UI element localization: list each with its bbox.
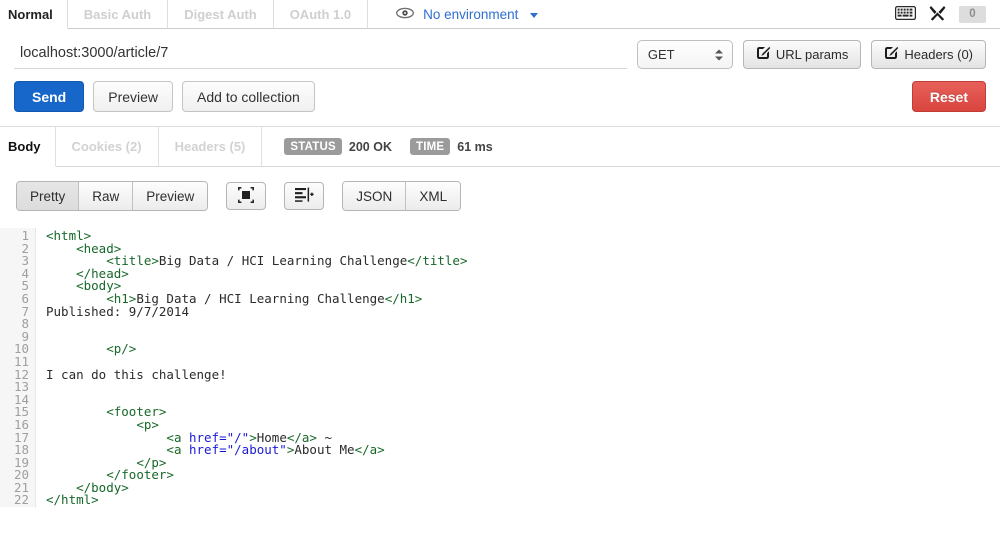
code-line: </head> — [76, 265, 129, 281]
format-tab-pretty[interactable]: Pretty — [17, 182, 80, 210]
environment-label[interactable]: No environment — [423, 7, 518, 22]
lang-tab-json[interactable]: JSON — [343, 182, 407, 210]
add-to-collection-button[interactable]: Add to collection — [182, 81, 315, 112]
history-count-badge[interactable]: 0 — [959, 5, 986, 23]
code-line: </p> — [136, 454, 167, 470]
top-right-tools: 0 — [894, 0, 1000, 28]
time-badge-label: TIME — [409, 138, 451, 155]
lang-tab-xml[interactable]: XML — [406, 182, 461, 210]
send-button[interactable]: Send — [14, 81, 85, 112]
wrap-lines-button[interactable] — [284, 182, 325, 210]
response-tab-label: Headers (5) — [174, 139, 246, 154]
response-tab-headers[interactable]: Headers (5) — [158, 127, 263, 167]
headers-button[interactable]: Headers (0) — [871, 40, 986, 69]
url-params-button[interactable]: URL params — [742, 40, 862, 69]
auth-tab-label: Digest Auth — [184, 6, 257, 22]
headers-label: Headers (0) — [904, 47, 973, 62]
auth-tabs: Normal Basic Auth Digest Auth OAuth 1.0 — [0, 0, 369, 29]
code-line: </body> — [76, 479, 129, 495]
format-tab-preview[interactable]: Preview — [133, 182, 208, 210]
auth-tab-oauth-1[interactable]: OAuth 1.0 — [273, 0, 369, 29]
auth-tab-digest-auth[interactable]: Digest Auth — [168, 0, 274, 29]
edit-icon — [756, 46, 770, 63]
keyboard-icon[interactable] — [894, 5, 917, 23]
response-tab-cookies[interactable]: Cookies (2) — [55, 127, 159, 167]
reset-button[interactable]: Reset — [911, 81, 986, 112]
auth-tab-normal[interactable]: Normal — [0, 0, 68, 29]
response-format-toolbar: Pretty Raw Preview JSON XML — [0, 167, 1000, 224]
format-tab-raw[interactable]: Raw — [79, 182, 134, 210]
code-line: Published: 9/7/2014 — [46, 303, 189, 319]
request-url-row: GET URL params Headers (0) — [0, 29, 1000, 78]
preview-button[interactable]: Preview — [93, 81, 174, 112]
code-line: <p/> — [106, 341, 137, 357]
http-method-select[interactable]: GET — [636, 40, 733, 69]
code-line: </html> — [46, 492, 99, 508]
auth-tab-bar: Normal Basic Auth Digest Auth OAuth 1.0 … — [0, 0, 1000, 29]
format-mode-group: Pretty Raw Preview — [16, 181, 209, 211]
time-value: 61 ms — [457, 139, 493, 154]
url-params-label: URL params — [775, 47, 849, 62]
status-badge-label: STATUS — [284, 138, 342, 155]
auth-tab-basic-auth[interactable]: Basic Auth — [67, 0, 169, 29]
chevron-down-icon[interactable] — [530, 12, 539, 18]
status-value: 200 OK — [348, 139, 392, 154]
http-method-value: GET — [647, 47, 675, 62]
environment-selector[interactable]: No environment — [368, 0, 539, 28]
response-tab-label: Cookies (2) — [71, 139, 142, 154]
auth-tab-label: Normal — [8, 6, 53, 22]
stepper-arrows-icon[interactable] — [714, 49, 723, 60]
fullscreen-icon — [238, 186, 255, 206]
response-tab-label: Body — [8, 139, 41, 154]
code-line: <title>Big Data / HCI Learning Challenge… — [106, 253, 468, 269]
language-mode-group: JSON XML — [342, 181, 462, 211]
response-tab-body[interactable]: Body — [0, 127, 56, 167]
code-line: </footer> — [106, 467, 174, 483]
code-line: I can do this challenge! — [46, 366, 227, 382]
response-body-viewer: 1 2 3 4 5 6 7 8 9 10 11 12 13 14 15 16 17 18 19 20 21 22 <htm… — [0, 224, 1000, 508]
request-action-row: Send Preview Add to collection Reset — [0, 78, 1000, 126]
eye-icon[interactable] — [396, 7, 415, 22]
request-url-input[interactable] — [14, 40, 627, 69]
code-line: <footer> — [106, 404, 167, 420]
edit-icon — [884, 46, 899, 63]
response-tab-bar: Body Cookies (2) Headers (5) STATUS 200 … — [0, 127, 1000, 167]
auth-tab-label: Basic Auth — [83, 6, 152, 22]
response-body-code[interactable]: <html> <head> <title>Big Data / HCI Lear… — [36, 228, 1000, 507]
wrap-lines-icon — [294, 187, 314, 205]
line-number: 22 — [13, 492, 29, 508]
response-meta: STATUS 200 OK TIME 61 ms — [262, 127, 503, 166]
line-number-gutter: 1 2 3 4 5 6 7 8 9 10 11 12 13 14 15 16 17 18 19 20 21 22 — [0, 228, 36, 508]
wrench-icon[interactable] — [929, 5, 946, 24]
auth-tab-label: OAuth 1.0 — [289, 6, 352, 22]
fullscreen-button[interactable] — [226, 182, 267, 210]
code-line: <html> — [46, 228, 92, 243]
code-line: <h1>Big Data / HCI Learning Challenge</h… — [106, 290, 423, 306]
code-line: <a href="/about">About Me</a> — [166, 442, 385, 458]
